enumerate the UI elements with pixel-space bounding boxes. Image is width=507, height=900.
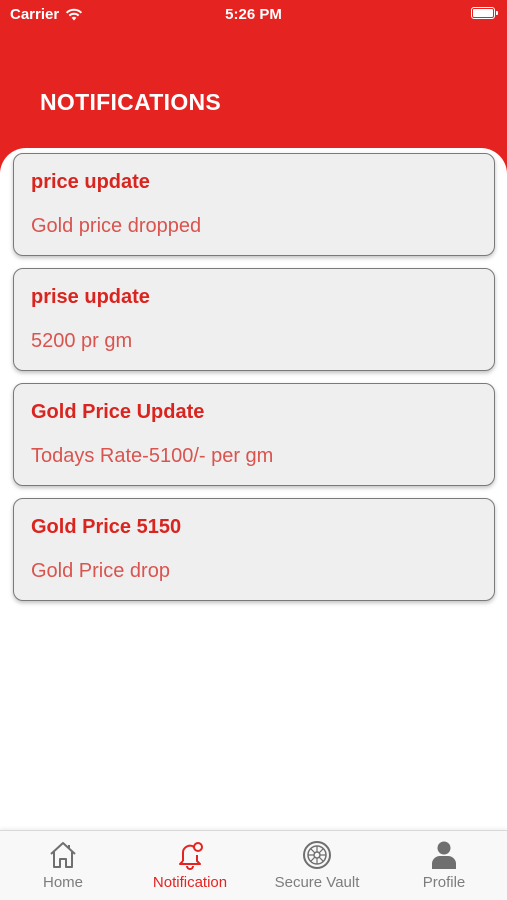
bell-icon — [179, 842, 203, 870]
tab-home-label: Home — [42, 874, 83, 891]
notification-body: Todays Rate-5100/- per gm — [31, 445, 274, 467]
notification-body: 5200 pr gm — [31, 330, 133, 352]
battery-icon — [471, 7, 498, 19]
status-bar: Carrier 5:26 PM — [0, 0, 507, 28]
notification-card[interactable]: Gold Price Update Todays Rate-5100/- per… — [13, 383, 495, 486]
tab-notification-label: Notification — [152, 874, 228, 891]
notification-body: Gold price dropped — [31, 215, 202, 237]
notification-card[interactable]: price update Gold price dropped — [13, 153, 495, 256]
tab-bar: Home Notification Secure Vault Profile — [0, 830, 507, 900]
home-icon — [50, 842, 76, 868]
notification-card[interactable]: Gold Price 5150 Gold Price drop — [13, 498, 495, 601]
notification-title: price update — [31, 171, 150, 193]
notification-title: Gold Price 5150 — [31, 516, 182, 538]
tab-profile[interactable]: Profile — [381, 831, 507, 900]
tab-secure-vault[interactable]: Secure Vault — [254, 831, 380, 900]
status-time: 5:26 PM — [225, 6, 282, 23]
notification-title: prise update — [31, 286, 150, 308]
notification-body: Gold Price drop — [31, 560, 170, 582]
tab-profile-label: Profile — [422, 874, 466, 891]
notification-card[interactable]: prise update 5200 pr gm — [13, 268, 495, 371]
vault-icon — [303, 841, 331, 869]
tab-secure-vault-label: Secure Vault — [274, 874, 360, 891]
page-title: NOTIFICATIONS — [40, 89, 222, 115]
profile-icon — [432, 841, 456, 869]
tab-notification[interactable]: Notification — [127, 831, 253, 900]
tab-home[interactable]: Home — [0, 831, 126, 900]
notification-title: Gold Price Update — [31, 401, 205, 423]
